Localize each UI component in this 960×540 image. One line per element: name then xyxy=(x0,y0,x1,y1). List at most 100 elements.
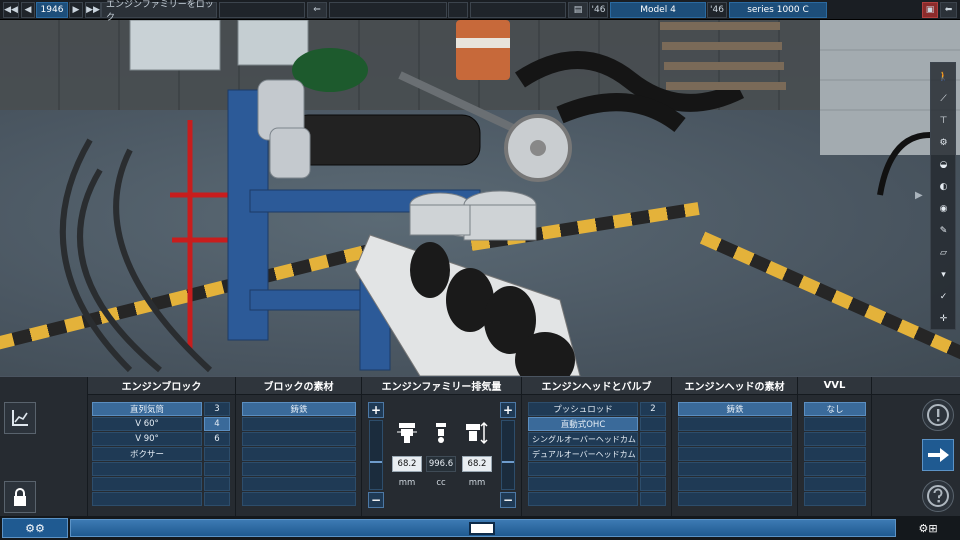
layout-option[interactable]: V 90° xyxy=(92,432,202,446)
cylinder-empty-slot xyxy=(204,477,230,491)
stroke-slider-thumb[interactable] xyxy=(502,461,514,463)
stroke-slider-track[interactable] xyxy=(501,420,515,490)
question-circle-icon xyxy=(927,485,949,507)
check-tool-icon[interactable]: ✓ xyxy=(935,289,952,304)
engine-3d-viewport[interactable] xyxy=(0,20,960,376)
head-material-option[interactable]: 鋳鉄 xyxy=(678,402,792,416)
bore-increase-button[interactable]: + xyxy=(368,402,384,418)
head-material-empty-slot xyxy=(678,492,792,506)
year-field[interactable]: 1946 xyxy=(36,2,68,18)
model-name-value: Model 4 xyxy=(640,5,676,15)
stroke-decrease-button[interactable]: − xyxy=(500,492,516,508)
trim-name-value: series 1000 C xyxy=(747,5,809,15)
stroke-increase-button[interactable]: + xyxy=(500,402,516,418)
head-material-empty-slot xyxy=(678,477,792,491)
piston-tool-icon[interactable]: ⊤ xyxy=(935,113,952,128)
trim-year-label: '46 xyxy=(707,2,727,18)
engine-progress-bar[interactable] xyxy=(70,519,896,537)
lock-family-label: エンジンファミリーをロック xyxy=(106,0,214,23)
last-year-button[interactable]: ▶▶ xyxy=(85,2,101,18)
warnings-button[interactable] xyxy=(922,399,954,431)
model-name-field[interactable]: Model 4 xyxy=(610,2,706,18)
toolbar-spacer xyxy=(470,2,566,18)
cylinder-count-option[interactable]: 6 xyxy=(204,432,230,446)
layout-empty-slot xyxy=(92,492,202,506)
model-year-label: '46 xyxy=(589,2,608,18)
rewind-icon: ◀◀ xyxy=(4,5,18,15)
block-material-option[interactable]: 鋳鉄 xyxy=(242,402,356,416)
walk-icon[interactable]: 🚶 xyxy=(935,69,952,84)
move-tool-icon[interactable]: ✛ xyxy=(935,311,952,326)
right-actions-header xyxy=(872,377,960,395)
head-type-option[interactable]: 直動式OHC xyxy=(528,417,638,431)
bore-unit: mm xyxy=(398,478,416,488)
valves-count-option[interactable]: 2 xyxy=(640,402,666,416)
engine-block-title: エンジンブロック xyxy=(88,377,235,395)
layout-option[interactable]: ボクサー xyxy=(92,447,202,461)
head-tool-icon[interactable]: ⚙ xyxy=(935,135,952,150)
exclamation-circle-icon xyxy=(927,404,949,426)
filter-tool-icon[interactable]: ▾ xyxy=(935,267,952,282)
block-material-column: ブロックの素材 鋳鉄 xyxy=(236,377,362,517)
head-type-option[interactable]: デュアルオーバーヘッドカム xyxy=(528,447,638,461)
graph-axes-icon xyxy=(12,410,28,426)
graph-button[interactable] xyxy=(4,402,36,434)
layout-option[interactable]: V 60° xyxy=(92,417,202,431)
displacement-unit: cc xyxy=(436,478,446,488)
next-step-button[interactable] xyxy=(922,439,954,471)
drivetrain-tab[interactable]: ⚙⊞ xyxy=(898,518,958,538)
fast-forward-icon: ▶▶ xyxy=(86,5,100,15)
cylinder-count-option[interactable]: 3 xyxy=(204,402,230,416)
bore-icon xyxy=(397,423,417,443)
left-tools-column xyxy=(0,377,88,517)
save-button[interactable]: ▣ xyxy=(922,2,938,18)
year-value: 1946 xyxy=(40,5,64,15)
cylinder-empty-slot xyxy=(204,462,230,476)
stroke-unit: mm xyxy=(468,478,486,488)
piston-icon xyxy=(436,423,446,443)
cylinder-count-option[interactable]: 4 xyxy=(204,417,230,431)
bore-slider-track[interactable] xyxy=(369,420,383,490)
help-button[interactable] xyxy=(922,480,954,512)
vvl-option[interactable]: なし xyxy=(804,402,866,416)
first-year-button[interactable]: ◀◀ xyxy=(3,2,19,18)
bore-value-field[interactable]: 68.2 xyxy=(392,456,422,472)
next-year-button[interactable]: ▶ xyxy=(69,2,83,18)
trim-name-field[interactable]: series 1000 C xyxy=(729,2,827,18)
cylinder-empty-slot xyxy=(204,492,230,506)
toolbar-spacer xyxy=(219,2,305,18)
model-year-value: '46 xyxy=(591,5,606,15)
head-type-option[interactable]: プッシュロッド xyxy=(528,402,638,416)
stroke-value-field[interactable]: 68.2 xyxy=(462,456,492,472)
layout-option[interactable]: 直列気筒 xyxy=(92,402,202,416)
lock-button[interactable] xyxy=(4,481,36,513)
pan-tool-icon[interactable]: ▱ xyxy=(935,245,952,260)
car-designer-tab[interactable]: ⚙⚙ xyxy=(2,518,68,538)
engine-list-button[interactable]: ▤ xyxy=(568,2,588,18)
head-material-column: エンジンヘッドの素材 鋳鉄 xyxy=(672,377,798,517)
carb-tool-icon[interactable]: ◒ xyxy=(935,157,952,172)
right-tool-strip: 🚶 ⟋ ⊤ ⚙ ◒ ◐ ◉ ✎ ▱ ▾ ✓ ✛ xyxy=(930,62,956,330)
block-material-title: ブロックの素材 xyxy=(236,377,361,395)
padlock-icon xyxy=(14,488,26,506)
exhaust-tool-icon[interactable]: ◐ xyxy=(935,179,952,194)
head-type-option[interactable]: シングルオーバーヘッドカム xyxy=(528,432,638,446)
arrow-right-icon xyxy=(928,448,949,462)
material-empty-slot xyxy=(242,447,356,461)
head-empty-slot xyxy=(528,492,638,506)
toolbar-spacer xyxy=(329,2,447,18)
material-empty-slot xyxy=(242,477,356,491)
ruler-tool-icon[interactable]: ✎ xyxy=(935,223,952,238)
displacement-column: エンジンファミリー排気量 + − + − 68.2 996.6 68.2 mm … xyxy=(362,377,522,517)
bore-decrease-button[interactable]: − xyxy=(368,492,384,508)
bore-slider-thumb[interactable] xyxy=(370,461,382,463)
expand-arrow-icon[interactable]: ▶ xyxy=(915,190,923,201)
prev-year-button[interactable]: ◀ xyxy=(21,2,35,18)
cam-tool-icon[interactable]: ◉ xyxy=(935,201,952,216)
material-empty-slot xyxy=(242,492,356,506)
lock-family-button[interactable]: エンジンファミリーをロック xyxy=(101,0,217,23)
back-arrow-button[interactable]: ⇐ xyxy=(307,2,327,18)
head-valves-column: エンジンヘッドとバルブ プッシュロッド 直動式OHC シングルオーバーヘッドカム… xyxy=(522,377,672,517)
rod-icon[interactable]: ⟋ xyxy=(935,91,952,106)
exit-button[interactable]: ⬅ xyxy=(940,2,957,18)
